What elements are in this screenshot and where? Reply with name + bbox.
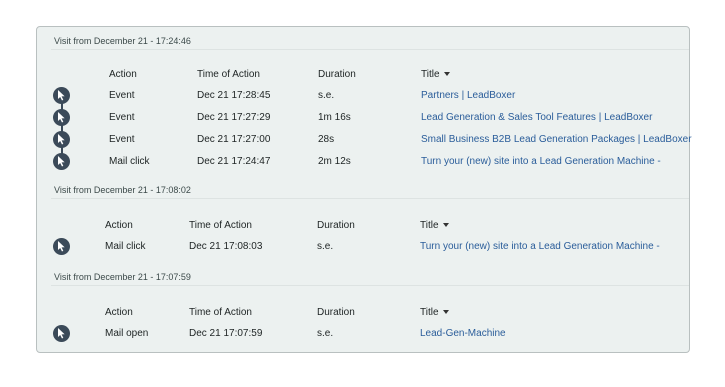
column-header-time: Time of Action [189, 307, 252, 318]
row-time: Dec 21 17:27:29 [197, 112, 271, 123]
visit-history-panel: Visit from December 21 - 17:24:46 Action… [36, 26, 692, 353]
column-header-title[interactable]: Title [420, 307, 449, 318]
row-action: Mail click [109, 156, 150, 167]
cursor-icon [53, 325, 70, 342]
divider [51, 198, 689, 199]
row-duration: 2m 12s [318, 156, 351, 167]
column-header-duration: Duration [318, 69, 356, 80]
row-duration: s.e. [318, 90, 335, 101]
column-header-title[interactable]: Title [421, 69, 450, 80]
cursor-icon [53, 153, 70, 170]
row-duration: 1m 16s [318, 112, 351, 123]
visit-header: Visit from December 21 - 17:24:46 [54, 36, 191, 46]
cursor-icon [53, 238, 70, 255]
row-time: Dec 21 17:07:59 [189, 328, 263, 339]
row-title-link[interactable]: Turn your (new) site into a Lead Generat… [421, 156, 661, 167]
row-title-link[interactable]: Small Business B2B Lead Generation Packa… [421, 134, 692, 145]
cursor-icon [53, 131, 70, 148]
divider [51, 285, 689, 286]
row-action: Event [109, 112, 135, 123]
divider [51, 49, 689, 50]
column-header-action: Action [105, 220, 133, 231]
cursor-icon [53, 109, 70, 126]
title-label: Title [420, 307, 439, 318]
column-header-action: Action [109, 69, 137, 80]
column-header-duration: Duration [317, 220, 355, 231]
row-time: Dec 21 17:28:45 [197, 90, 271, 101]
visit-header: Visit from December 21 - 17:07:59 [54, 272, 191, 282]
row-title-link[interactable]: Lead Generation & Sales Tool Features | … [421, 112, 652, 123]
row-title-link[interactable]: Partners | LeadBoxer [421, 90, 515, 101]
title-label: Title [420, 220, 439, 231]
column-header-duration: Duration [317, 307, 355, 318]
cursor-icon [53, 87, 70, 104]
row-action: Event [109, 90, 135, 101]
column-header-title[interactable]: Title [420, 220, 449, 231]
row-duration: s.e. [317, 328, 334, 339]
row-title-link[interactable]: Turn your (new) site into a Lead Generat… [420, 241, 660, 252]
sort-caret-icon [442, 223, 449, 228]
row-action: Mail click [105, 241, 146, 252]
column-header-time: Time of Action [197, 69, 260, 80]
row-time: Dec 21 17:27:00 [197, 134, 271, 145]
sort-caret-icon [442, 310, 449, 315]
sort-caret-icon [443, 72, 450, 77]
row-time: Dec 21 17:24:47 [197, 156, 271, 167]
title-label: Title [421, 69, 440, 80]
row-duration: s.e. [317, 241, 334, 252]
row-title-link[interactable]: Lead-Gen-Machine [420, 328, 506, 339]
column-header-action: Action [105, 307, 133, 318]
row-action: Event [109, 134, 135, 145]
row-action: Mail open [105, 328, 149, 339]
column-header-time: Time of Action [189, 220, 252, 231]
row-duration: 28s [318, 134, 335, 145]
row-time: Dec 21 17:08:03 [189, 241, 263, 252]
visit-header: Visit from December 21 - 17:08:02 [54, 185, 191, 195]
